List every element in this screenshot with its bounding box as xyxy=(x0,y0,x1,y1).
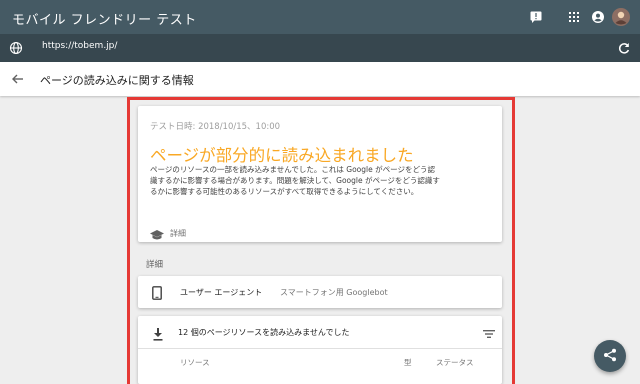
column-header-type[interactable]: 型 xyxy=(404,357,412,368)
user-agent-label: ユーザー エージェント xyxy=(180,288,263,297)
back-arrow-icon[interactable] xyxy=(10,71,26,87)
refresh-icon[interactable] xyxy=(616,40,632,56)
smartphone-icon xyxy=(152,285,162,300)
avatar[interactable] xyxy=(612,8,630,26)
app-title: モバイル フレンドリー テスト xyxy=(12,13,197,28)
content-panel: テスト日時: 2018/10/15、10:00 ページが部分的に読み込まれました… xyxy=(132,100,512,384)
test-date: テスト日時: 2018/10/15、10:00 xyxy=(150,122,281,132)
share-button[interactable] xyxy=(594,340,626,372)
url-bar: https://tobem.jp/ xyxy=(0,34,640,62)
filter-icon[interactable] xyxy=(482,326,496,340)
feedback-icon[interactable] xyxy=(528,9,544,25)
summary-card: テスト日時: 2018/10/15、10:00 ページが部分的に読み込まれました… xyxy=(138,106,502,242)
table-divider xyxy=(138,348,502,349)
resources-label[interactable]: 12 個のページリソースを読み込みませんでした xyxy=(178,327,350,338)
details-link[interactable]: 詳細 xyxy=(170,228,186,239)
download-icon[interactable] xyxy=(152,326,164,341)
resources-card: 12 個のページリソースを読み込みませんでした リソース 型 ステータス xyxy=(138,316,502,384)
status-description: ページのリソースの一部を読み込みませんでした。これは Google がページをど… xyxy=(150,165,440,196)
column-header-resource[interactable]: リソース xyxy=(180,357,210,368)
detail-header: ページの読み込みに関する情報 xyxy=(0,62,640,96)
account-icon[interactable] xyxy=(590,9,606,25)
school-icon xyxy=(150,226,164,240)
globe-icon xyxy=(8,40,24,56)
app-bar: モバイル フレンドリー テスト xyxy=(0,0,640,34)
apps-icon[interactable] xyxy=(566,9,582,25)
user-agent-card: ユーザー エージェント スマートフォン用 Googlebot xyxy=(138,276,502,308)
user-agent-value: スマートフォン用 Googlebot xyxy=(280,288,388,297)
column-header-status[interactable]: ステータス xyxy=(436,357,474,368)
detail-title: ページの読み込みに関する情報 xyxy=(40,74,194,87)
url-text[interactable]: https://tobem.jp/ xyxy=(42,41,117,51)
section-heading: 詳細 xyxy=(146,260,164,270)
share-icon xyxy=(603,347,617,366)
status-headline: ページが部分的に読み込まれました xyxy=(150,146,414,165)
